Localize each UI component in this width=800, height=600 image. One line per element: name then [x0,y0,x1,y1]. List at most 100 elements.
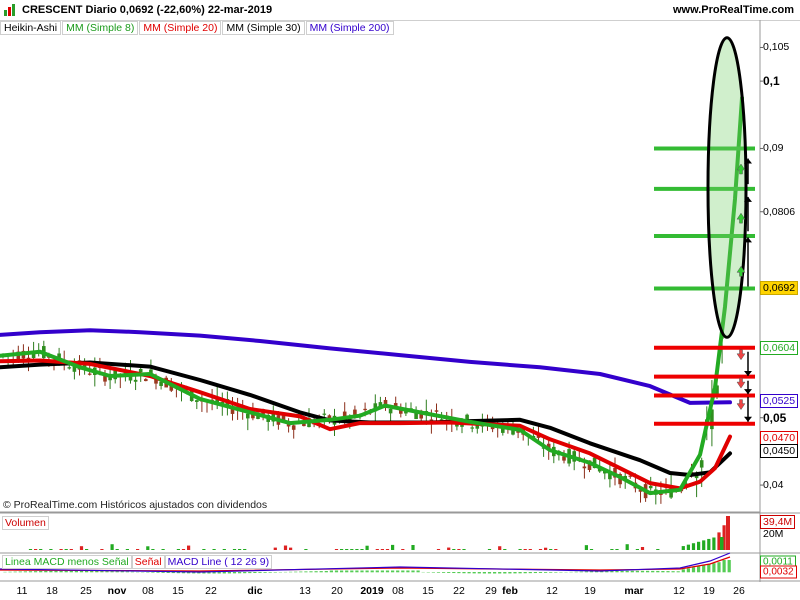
macd-histogram-bar [222,572,226,574]
macd-histogram-bar [635,570,639,573]
macd-histogram-bar [533,572,537,574]
price-tick-label: 0,04 [763,479,784,492]
volume-bar [487,549,492,550]
volume-bar [401,549,405,550]
volume-bar [151,549,155,550]
volume-bar [187,545,191,550]
volume-bar [457,549,461,550]
site-url: www.ProRealTime.com [672,4,794,16]
macd-histogram-bar [482,572,486,574]
macd-histogram-bar [54,570,58,573]
volume-bar [115,549,119,550]
macd-histogram-bar [370,570,374,573]
macd-histogram-bar [258,572,262,573]
macd-histogram-bar [248,572,252,574]
volume-bar [544,547,548,550]
volume-bar-last [726,516,730,550]
macd-histogram-bar [661,571,665,573]
macd-histogram-bar [646,570,650,573]
macd-histogram-bar [549,572,553,573]
instrument-title: CRESCENT Diario 0,0692 (-22,60%) 22-mar-… [22,4,273,16]
volume-bar [656,549,660,550]
macd-histogram-bar [538,572,543,573]
volume-bar [462,549,466,550]
volume-bar [375,549,379,550]
macd-histogram-bar [472,572,476,574]
volume-bar [625,544,629,550]
macd-histogram-bar [477,572,481,574]
date-tick-label: feb [502,585,518,597]
macd-legend-item: Linea MACD menos Señal [2,555,132,569]
macd-histogram-bar [227,572,231,574]
macd-histogram-bar [584,571,588,573]
volume-bar [273,547,277,550]
macd-histogram-bar [365,570,369,573]
macd-histogram-bar [69,570,73,573]
date-tick-label: 08 [392,585,404,597]
macd-histogram-bar [304,571,308,573]
price-chart[interactable] [0,20,800,582]
volume-bar [85,549,89,550]
date-tick-label: dic [247,585,263,597]
macd-histogram-bar [727,560,731,573]
macd-histogram-bar [676,571,680,573]
macd-histogram-bar [319,571,323,573]
macd-histogram-bar [232,572,237,574]
macd-histogram-bar [681,569,685,573]
volume-bar [79,546,84,550]
volume-bar [100,549,104,550]
volume-bar [125,549,129,550]
volume-bar [49,549,53,550]
volume-last-value: 39,4M [760,515,796,529]
date-tick-label: 13 [299,585,311,597]
volume-bar [589,549,594,550]
volume-bar [385,549,390,550]
macd-histogram-bar [528,572,532,574]
volume-bar [69,549,73,550]
volume-bar [304,549,308,550]
macd-histogram-bar [640,570,645,573]
date-tick-label: 12 [546,585,558,597]
candle-body [133,379,138,382]
level-connector-head [744,389,752,395]
macd-histogram-bar [360,570,364,573]
macd-histogram-bar [151,572,155,573]
volume-bar [238,549,242,550]
volume-bar [345,549,349,550]
macd-histogram-bar [238,572,242,574]
date-tick-label: 22 [205,585,217,597]
macd-histogram-bar [314,571,318,573]
macd-histogram-bar [493,572,497,574]
volume-bar [436,549,441,550]
macd-histogram-bar [289,571,293,573]
macd-histogram-bar [345,570,349,573]
volume-bar [360,549,364,550]
volume-bar [110,544,114,550]
macd-histogram-bar [95,570,99,573]
volume-bar [365,545,369,550]
macd-legend: Linea MACD menos Señal Señal MACD Line ( 1… [2,555,273,569]
price-tick-label: 0,105 [763,41,790,54]
macd-histogram-bar [574,571,578,573]
highlight-ellipse [706,36,748,339]
ma-line-mm-simple-8- [0,96,744,496]
macd-histogram-bar [39,571,43,573]
candle-body [291,425,296,430]
date-tick-label: mar [624,585,644,597]
volume-bar [212,549,216,550]
volume-bar [503,549,507,550]
candle-body [67,367,72,369]
volume-bar [39,549,43,550]
macd-histogram-bar [120,571,124,573]
volume-bar [411,545,415,550]
candle-body [322,413,327,415]
macd-histogram-bar [355,570,359,573]
macd-histogram-bar [620,570,624,573]
date-tick-label: 2019 [360,585,384,597]
volume-bar [702,540,706,550]
macd-histogram-bar [100,571,104,573]
macd-histogram-bar [340,570,344,573]
volume-bar [523,549,527,550]
macd-histogram-bar [217,572,221,574]
volume-bar [355,549,359,550]
